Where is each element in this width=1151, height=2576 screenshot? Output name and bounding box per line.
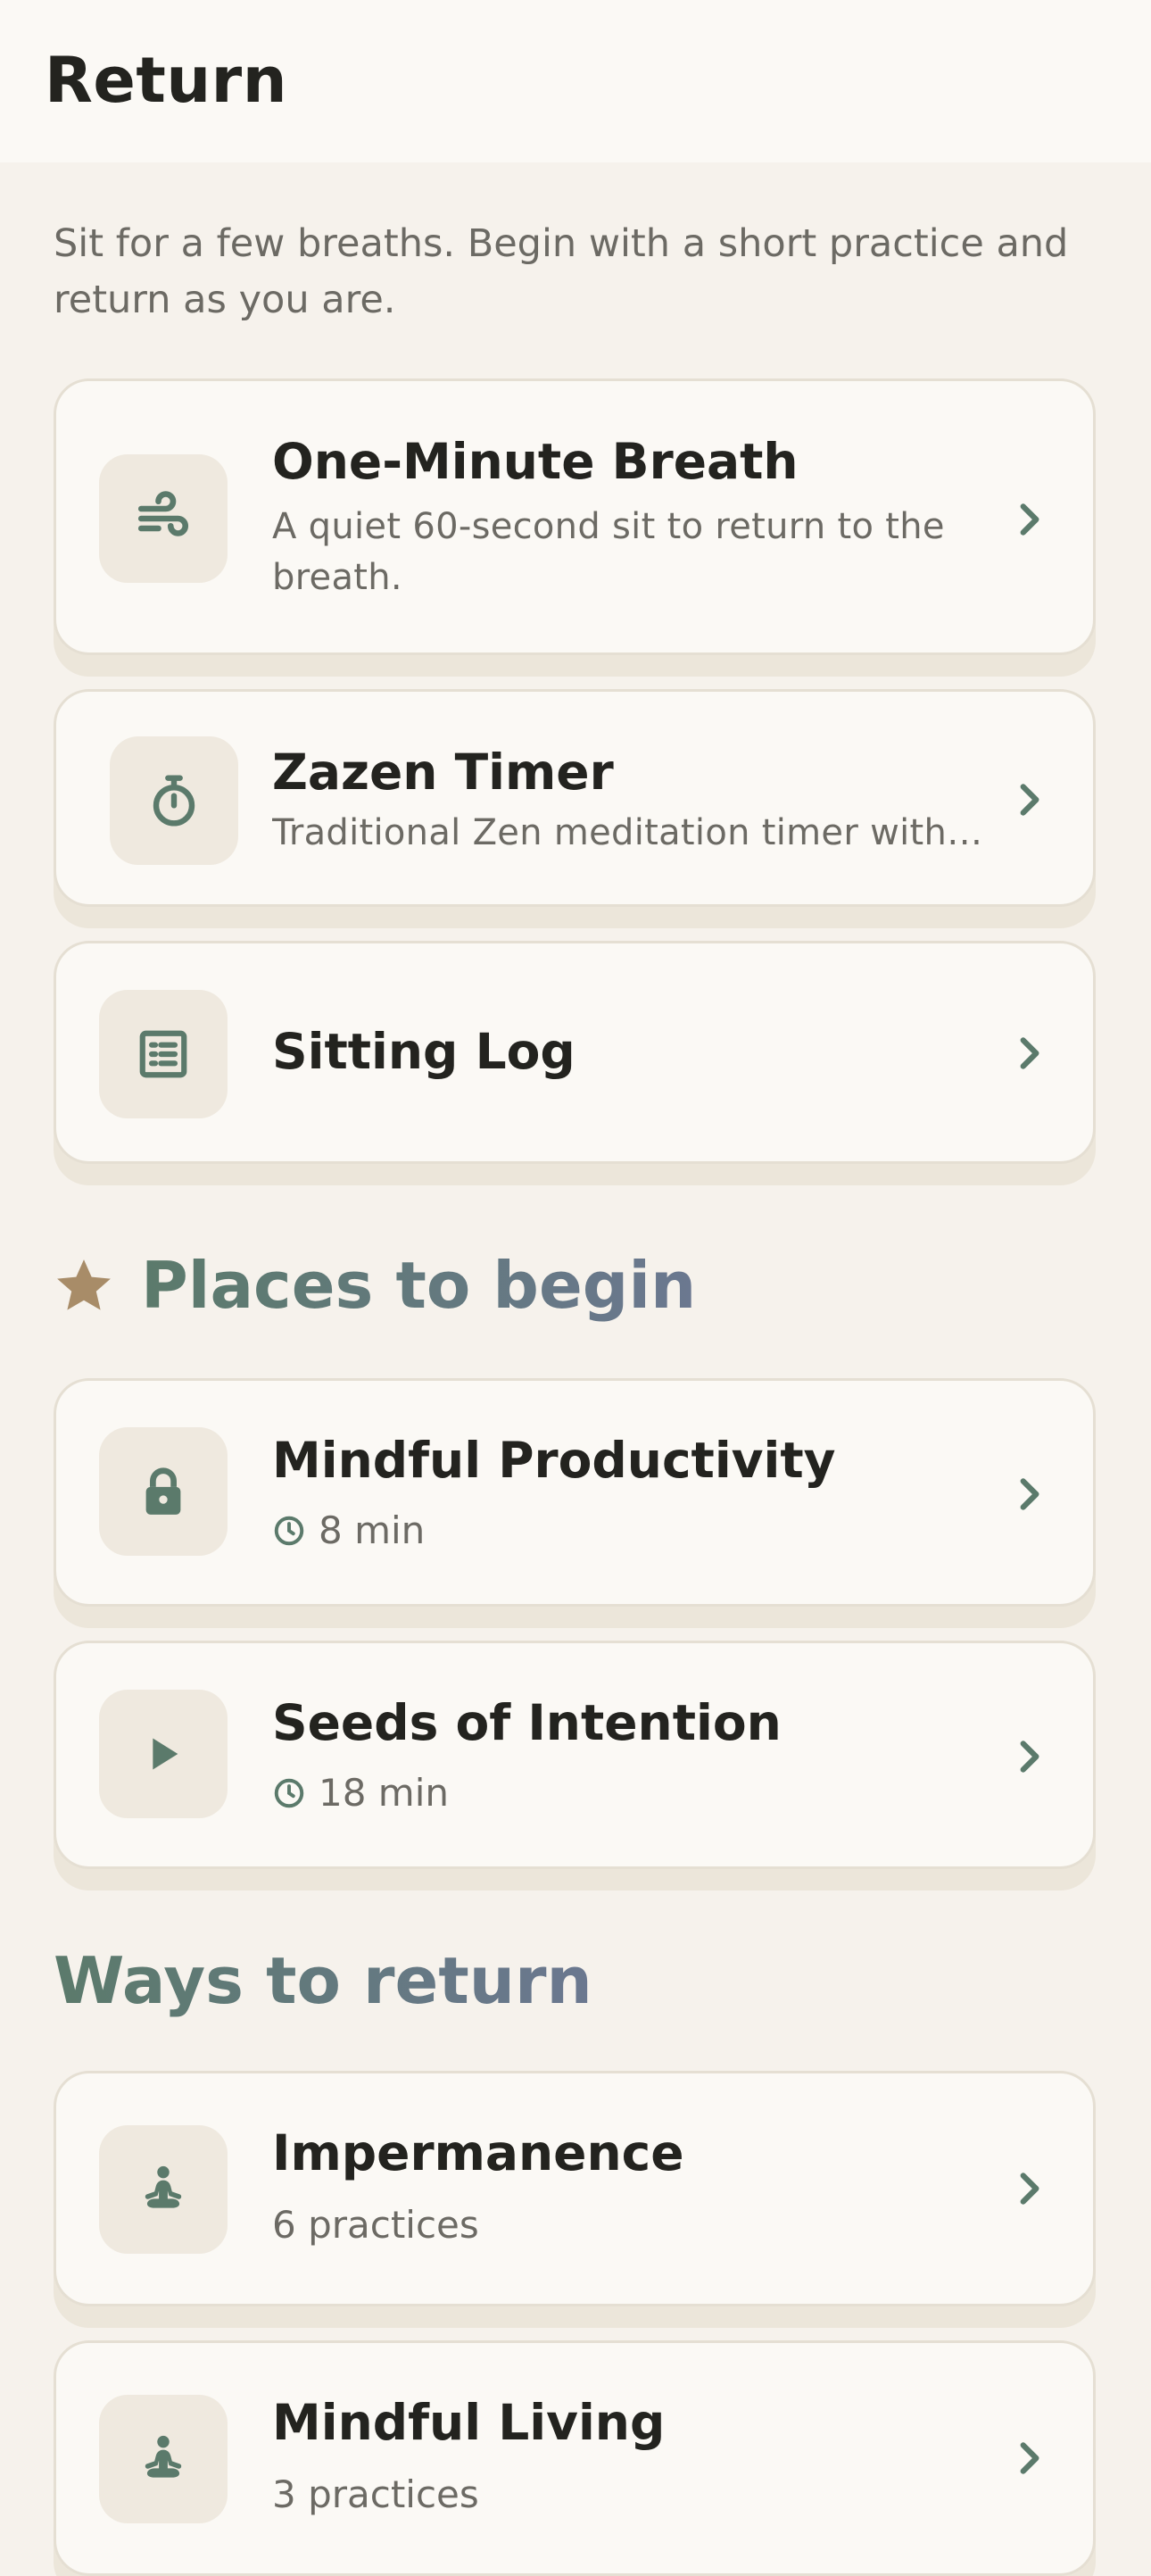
icon-tile <box>99 1427 228 1556</box>
chevron-right-icon <box>1020 2442 1039 2474</box>
play-icon <box>153 1738 178 1770</box>
duration-meta: 8 min <box>272 1508 425 1554</box>
icon-tile <box>99 454 228 583</box>
clock-icon <box>274 1516 304 1546</box>
practice-count-label: 3 practices <box>272 2472 479 2516</box>
tool-title: One-Minute Breath <box>272 433 799 490</box>
practice-count: 6 practices <box>272 2202 479 2248</box>
icon-tile <box>99 1690 228 1818</box>
way-title: Impermanence <box>272 2124 684 2181</box>
lock-icon <box>145 1467 181 1515</box>
tool-card-one-minute-breath[interactable]: One-Minute Breath A quiet 60-second sit … <box>54 378 1096 655</box>
meditation-icon <box>145 2165 182 2208</box>
section-title: Places to begin <box>141 1248 697 1323</box>
tool-card-sitting-log[interactable]: Sitting Log <box>54 941 1096 1164</box>
practice-count: 3 practices <box>272 2472 479 2518</box>
section-heading-ways: Ways to return <box>54 1942 592 2019</box>
icon-tile <box>110 736 238 865</box>
clock-icon <box>274 1778 304 1808</box>
intro-text: Sit for a few breaths. Begin with a shor… <box>54 221 1069 322</box>
chevron-right-icon <box>1020 784 1039 816</box>
way-title: Mindful Living <box>272 2394 666 2451</box>
icon-tile <box>99 2395 228 2523</box>
tool-subtitle: A quiet 60-second sit to return to the b… <box>272 506 945 598</box>
tool-subtitle: Traditional Zen meditation timer with be… <box>272 812 986 853</box>
place-card-seeds-of-intention[interactable]: Seeds of Intention 18 min <box>54 1641 1096 1869</box>
chevron-right-icon <box>1020 1478 1039 1510</box>
tool-title: Zazen Timer <box>272 744 614 801</box>
chevron-right-icon <box>1020 503 1039 536</box>
icon-tile <box>99 2125 228 2254</box>
page-title: Return <box>45 44 288 117</box>
practice-count-label: 6 practices <box>272 2203 479 2247</box>
place-card-mindful-productivity[interactable]: Mindful Productivity 8 min <box>54 1378 1096 1607</box>
tool-card-zazen-timer[interactable]: Zazen Timer Traditional Zen meditation t… <box>54 689 1096 907</box>
duration-label: 8 min <box>319 1508 426 1552</box>
chevron-right-icon <box>1020 1037 1039 1069</box>
way-card-impermanence[interactable]: Impermanence 6 practices <box>54 2071 1096 2306</box>
stopwatch-icon <box>153 775 195 827</box>
tool-title: Sitting Log <box>272 1023 576 1080</box>
place-title: Mindful Productivity <box>272 1432 836 1489</box>
duration-meta: 18 min <box>272 1770 449 1816</box>
section-title: Ways to return <box>54 1943 592 2018</box>
way-card-mindful-living[interactable]: Mindful Living 3 practices <box>54 2340 1096 2576</box>
chevron-right-icon <box>1020 2173 1039 2205</box>
meditation-icon <box>145 2435 182 2478</box>
top-bar: Return <box>0 0 1151 162</box>
list-icon <box>139 1030 187 1078</box>
duration-label: 18 min <box>319 1771 449 1815</box>
star-icon <box>57 1259 111 1310</box>
wind-icon <box>137 491 189 536</box>
icon-tile <box>99 990 228 1118</box>
chevron-right-icon <box>1020 1741 1039 1773</box>
place-title: Seeds of Intention <box>272 1694 782 1751</box>
section-heading-places: Places to begin <box>54 1247 696 1324</box>
